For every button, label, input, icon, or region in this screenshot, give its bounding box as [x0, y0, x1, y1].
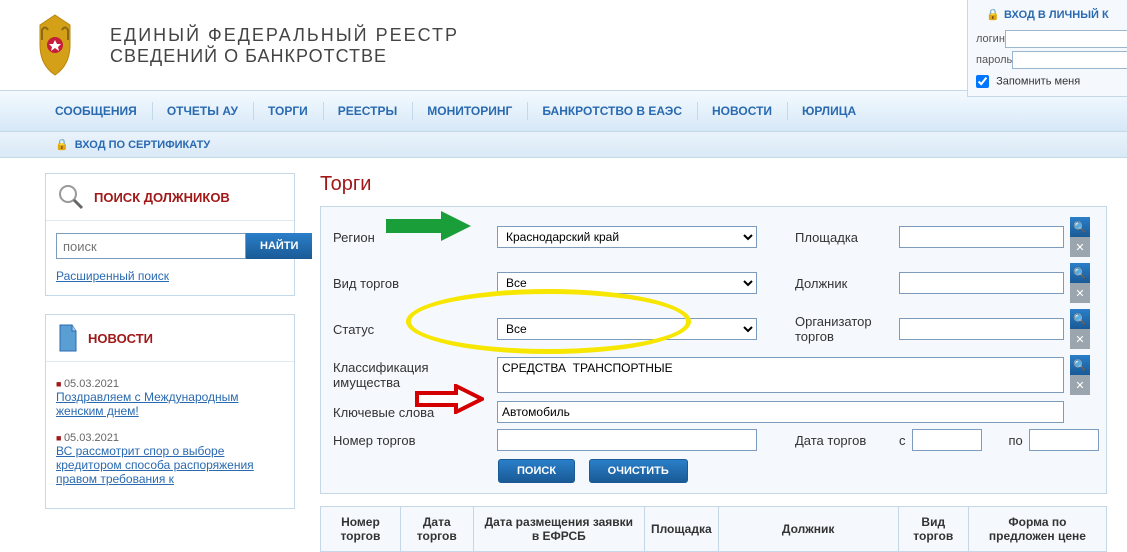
- title-line1: ЕДИНЫЙ ФЕДЕРАЛЬНЫЙ РЕЕСТР: [110, 25, 459, 46]
- platform-label: Площадка: [795, 230, 895, 245]
- date-from-input[interactable]: [912, 429, 982, 451]
- annotation-green-arrow: [386, 211, 471, 241]
- classification-textarea[interactable]: [497, 357, 1064, 393]
- date-to-label: по: [1009, 433, 1023, 448]
- date-to-input[interactable]: [1029, 429, 1099, 451]
- nav-legal[interactable]: ЮРЛИЦА: [787, 104, 871, 118]
- search-button[interactable]: ПОИСК: [498, 459, 575, 483]
- news-item: 05.03.2021 ВС рассмотрит спор о выборе к…: [56, 428, 284, 496]
- main-nav: СООБЩЕНИЯ ОТЧЕТЫ АУ ТОРГИ РЕЕСТРЫ МОНИТО…: [0, 90, 1127, 132]
- search-panel-title: ПОИСК ДОЛЖНИКОВ: [94, 190, 230, 205]
- organizer-clear-button[interactable]: ✕: [1070, 329, 1090, 349]
- site-title: ЕДИНЫЙ ФЕДЕРАЛЬНЫЙ РЕЕСТР СВЕДЕНИЙ О БАН…: [110, 10, 459, 67]
- remember-checkbox[interactable]: [976, 75, 989, 88]
- type-select[interactable]: Все: [497, 272, 757, 294]
- cert-login-bar[interactable]: 🔒ВХОД ПО СЕРТИФИКАТУ: [0, 132, 1127, 158]
- debtor-search-input[interactable]: [56, 233, 246, 259]
- nav-registries[interactable]: РЕЕСТРЫ: [323, 104, 412, 118]
- news-link[interactable]: Поздравляем с Международным женским днем…: [56, 390, 239, 418]
- nav-monitoring[interactable]: МОНИТОРИНГ: [412, 104, 527, 118]
- annotation-red-arrow: [414, 384, 484, 414]
- th-number[interactable]: Номер торгов: [321, 507, 401, 552]
- lock-icon: 🔒: [986, 9, 1000, 21]
- content: Торги Регион Краснодарский край Площадка…: [320, 173, 1107, 552]
- trades-search-form: Регион Краснодарский край Площадка 🔍✕ Ви…: [320, 206, 1107, 494]
- advanced-search-link[interactable]: Расширенный поиск: [56, 269, 169, 283]
- remember-label: Запомнить меня: [996, 75, 1080, 87]
- news-date: 05.03.2021: [56, 378, 284, 390]
- lock-icon: 🔒: [55, 139, 69, 151]
- th-date[interactable]: Дата торгов: [400, 507, 473, 552]
- debtor-label: Должник: [795, 276, 895, 291]
- platform-lookup-button[interactable]: 🔍: [1070, 217, 1090, 237]
- debtor-lookup-button[interactable]: 🔍: [1070, 263, 1090, 283]
- login-label: логин: [976, 33, 1005, 45]
- organizer-label: Организатор торгов: [795, 314, 895, 344]
- number-input[interactable]: [497, 429, 757, 451]
- platform-input[interactable]: [899, 226, 1064, 248]
- date-label: Дата торгов: [795, 433, 895, 448]
- debtor-search-button[interactable]: НАЙТИ: [246, 233, 312, 259]
- coat-of-arms-icon: [20, 10, 90, 80]
- clear-button[interactable]: ОЧИСТИТЬ: [589, 459, 688, 483]
- number-label: Номер торгов: [333, 433, 493, 448]
- debtor-clear-button[interactable]: ✕: [1070, 283, 1090, 303]
- classification-lookup-button[interactable]: 🔍: [1070, 355, 1090, 375]
- nav-news[interactable]: НОВОСТИ: [697, 104, 787, 118]
- region-select[interactable]: Краснодарский край: [497, 226, 757, 248]
- login-input[interactable]: [1005, 30, 1127, 48]
- organizer-lookup-button[interactable]: 🔍: [1070, 309, 1090, 329]
- nav-messages[interactable]: СООБЩЕНИЯ: [40, 104, 152, 118]
- debtor-input[interactable]: [899, 272, 1064, 294]
- page-title: Торги: [320, 173, 1107, 196]
- organizer-input[interactable]: [899, 318, 1064, 340]
- news-date: 05.03.2021: [56, 432, 284, 444]
- classification-clear-button[interactable]: ✕: [1070, 375, 1090, 395]
- header: ЕДИНЫЙ ФЕДЕРАЛЬНЫЙ РЕЕСТР СВЕДЕНИЙ О БАН…: [0, 0, 1127, 90]
- news-item: 05.03.2021 Поздравляем с Международным ж…: [56, 374, 284, 428]
- th-posting-date[interactable]: Дата размещения заявки в ЕФРСБ: [473, 507, 644, 552]
- nav-trades[interactable]: ТОРГИ: [253, 104, 323, 118]
- debtor-search-panel: ПОИСК ДОЛЖНИКОВ НАЙТИ Расширенный поиск: [45, 173, 295, 296]
- login-box: 🔒ВХОД В ЛИЧНЫЙ К логин пароль Запомнить …: [967, 0, 1127, 97]
- news-panel-title: НОВОСТИ: [88, 331, 153, 346]
- keywords-input[interactable]: [497, 401, 1064, 423]
- th-form[interactable]: Форма по предложен цене: [968, 507, 1106, 552]
- nav-eaec[interactable]: БАНКРОТСТВО В ЕАЭС: [527, 104, 697, 118]
- th-debtor[interactable]: Должник: [718, 507, 898, 552]
- document-icon: [56, 323, 80, 353]
- status-select[interactable]: Все: [497, 318, 757, 340]
- date-from-label: с: [899, 433, 906, 448]
- login-header[interactable]: 🔒ВХОД В ЛИЧНЫЙ К: [976, 5, 1119, 27]
- th-platform[interactable]: Площадка: [644, 507, 718, 552]
- th-type[interactable]: Вид торгов: [898, 507, 968, 552]
- sidebar: ПОИСК ДОЛЖНИКОВ НАЙТИ Расширенный поиск …: [45, 173, 295, 552]
- password-label: пароль: [976, 54, 1012, 66]
- news-panel: НОВОСТИ 05.03.2021 Поздравляем с Междуна…: [45, 314, 295, 509]
- title-line2: СВЕДЕНИЙ О БАНКРОТСТВЕ: [110, 46, 459, 67]
- status-label: Статус: [333, 322, 493, 337]
- password-input[interactable]: [1012, 51, 1127, 69]
- platform-clear-button[interactable]: ✕: [1070, 237, 1090, 257]
- nav-reports[interactable]: ОТЧЕТЫ АУ: [152, 104, 253, 118]
- news-link[interactable]: ВС рассмотрит спор о выборе кредитором с…: [56, 444, 254, 486]
- type-label: Вид торгов: [333, 276, 493, 291]
- magnifier-icon: [56, 182, 86, 212]
- results-table: Номер торгов Дата торгов Дата размещения…: [320, 506, 1107, 552]
